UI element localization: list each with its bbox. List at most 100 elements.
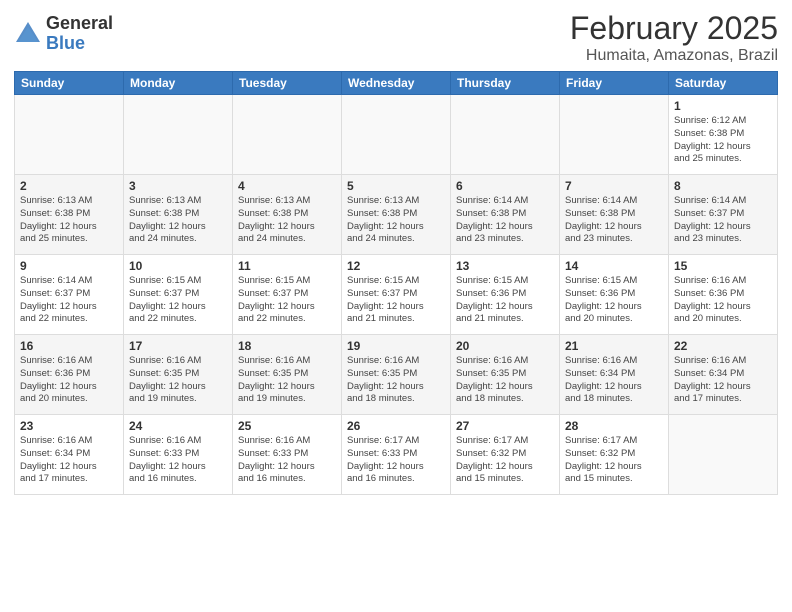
day-number-3-4: 20 (456, 339, 554, 353)
day-number-4-3: 26 (347, 419, 445, 433)
day-number-2-4: 13 (456, 259, 554, 273)
cell-0-2 (233, 95, 342, 175)
day-info-2-3: Sunrise: 6:15 AMSunset: 6:37 PMDaylight:… (347, 275, 445, 326)
day-info-2-2: Sunrise: 6:15 AMSunset: 6:37 PMDaylight:… (238, 275, 336, 326)
header-saturday: Saturday (669, 72, 778, 95)
day-number-1-3: 5 (347, 179, 445, 193)
week-row-0: 1 Sunrise: 6:12 AMSunset: 6:38 PMDaylight… (15, 95, 778, 175)
cell-4-5: 28 Sunrise: 6:17 AMSunset: 6:32 PMDayligh… (560, 415, 669, 495)
day-number-3-1: 17 (129, 339, 227, 353)
cell-3-1: 17 Sunrise: 6:16 AMSunset: 6:35 PMDayligh… (124, 335, 233, 415)
day-number-3-2: 18 (238, 339, 336, 353)
cell-2-3: 12 Sunrise: 6:15 AMSunset: 6:37 PMDayligh… (342, 255, 451, 335)
day-info-2-1: Sunrise: 6:15 AMSunset: 6:37 PMDaylight:… (129, 275, 227, 326)
day-number-2-5: 14 (565, 259, 663, 273)
header-monday: Monday (124, 72, 233, 95)
cell-1-4: 6 Sunrise: 6:14 AMSunset: 6:38 PMDaylight… (451, 175, 560, 255)
cell-4-0: 23 Sunrise: 6:16 AMSunset: 6:34 PMDayligh… (15, 415, 124, 495)
day-info-1-4: Sunrise: 6:14 AMSunset: 6:38 PMDaylight:… (456, 195, 554, 246)
cell-3-5: 21Sunrise: 6:16 AMSunset: 6:34 PMDayligh… (560, 335, 669, 415)
day-info-4-4: Sunrise: 6:17 AMSunset: 6:32 PMDaylight:… (456, 435, 554, 486)
calendar-subtitle: Humaita, Amazonas, Brazil (570, 47, 778, 65)
cell-2-2: 11 Sunrise: 6:15 AMSunset: 6:37 PMDayligh… (233, 255, 342, 335)
day-info-0-6: Sunrise: 6:12 AMSunset: 6:38 PMDaylight:… (674, 115, 772, 166)
day-number-4-0: 23 (20, 419, 118, 433)
day-info-1-3: Sunrise: 6:13 AMSunset: 6:38 PMDaylight:… (347, 195, 445, 246)
cell-3-4: 20 Sunrise: 6:16 AMSunset: 6:35 PMDayligh… (451, 335, 560, 415)
day-number-1-1: 3 (129, 179, 227, 193)
day-number-4-4: 27 (456, 419, 554, 433)
cell-2-0: 9Sunrise: 6:14 AMSunset: 6:37 PMDaylight… (15, 255, 124, 335)
day-number-3-6: 22 (674, 339, 772, 353)
cell-0-0 (15, 95, 124, 175)
day-info-1-1: Sunrise: 6:13 AMSunset: 6:38 PMDaylight:… (129, 195, 227, 246)
day-info-4-5: Sunrise: 6:17 AMSunset: 6:32 PMDaylight:… (565, 435, 663, 486)
cell-2-6: 15 Sunrise: 6:16 AMSunset: 6:36 PMDayligh… (669, 255, 778, 335)
cell-0-3 (342, 95, 451, 175)
calendar-title: February 2025 (570, 10, 778, 47)
day-info-3-6: Sunrise: 6:16 AMSunset: 6:34 PMDaylight:… (674, 355, 772, 406)
calendar-table: Sunday Monday Tuesday Wednesday Thursday… (14, 71, 778, 495)
day-info-2-4: Sunrise: 6:15 AMSunset: 6:36 PMDaylight:… (456, 275, 554, 326)
logo-text: General Blue (46, 14, 113, 54)
day-number-3-5: 21 (565, 339, 663, 353)
day-info-3-4: Sunrise: 6:16 AMSunset: 6:35 PMDaylight:… (456, 355, 554, 406)
calendar-header: Sunday Monday Tuesday Wednesday Thursday… (15, 72, 778, 95)
day-info-3-1: Sunrise: 6:16 AMSunset: 6:35 PMDaylight:… (129, 355, 227, 406)
day-number-3-3: 19 (347, 339, 445, 353)
cell-4-2: 25Sunrise: 6:16 AMSunset: 6:33 PMDayligh… (233, 415, 342, 495)
day-info-3-2: Sunrise: 6:16 AMSunset: 6:35 PMDaylight:… (238, 355, 336, 406)
cell-1-6: 8 Sunrise: 6:14 AMSunset: 6:37 PMDaylight… (669, 175, 778, 255)
header-row: Sunday Monday Tuesday Wednesday Thursday… (15, 72, 778, 95)
header-sunday: Sunday (15, 72, 124, 95)
day-number-1-5: 7 (565, 179, 663, 193)
day-info-4-0: Sunrise: 6:16 AMSunset: 6:34 PMDaylight:… (20, 435, 118, 486)
cell-3-0: 16Sunrise: 6:16 AMSunset: 6:36 PMDayligh… (15, 335, 124, 415)
day-number-2-0: 9 (20, 259, 118, 273)
header-thursday: Thursday (451, 72, 560, 95)
day-info-2-5: Sunrise: 6:15 AMSunset: 6:36 PMDaylight:… (565, 275, 663, 326)
logo-general-text: General (46, 14, 113, 34)
day-number-2-2: 11 (238, 259, 336, 273)
cell-3-3: 19 Sunrise: 6:16 AMSunset: 6:35 PMDayligh… (342, 335, 451, 415)
day-info-3-3: Sunrise: 6:16 AMSunset: 6:35 PMDaylight:… (347, 355, 445, 406)
cell-0-4 (451, 95, 560, 175)
day-info-2-6: Sunrise: 6:16 AMSunset: 6:36 PMDaylight:… (674, 275, 772, 326)
day-number-4-1: 24 (129, 419, 227, 433)
day-number-0-6: 1 (674, 99, 772, 113)
cell-0-6: 1 Sunrise: 6:12 AMSunset: 6:38 PMDaylight… (669, 95, 778, 175)
day-number-2-3: 12 (347, 259, 445, 273)
cell-2-1: 10 Sunrise: 6:15 AMSunset: 6:37 PMDayligh… (124, 255, 233, 335)
week-row-2: 9Sunrise: 6:14 AMSunset: 6:37 PMDaylight… (15, 255, 778, 335)
header: General Blue February 2025 Humaita, Amaz… (14, 10, 778, 65)
week-row-4: 23 Sunrise: 6:16 AMSunset: 6:34 PMDayligh… (15, 415, 778, 495)
cell-4-6 (669, 415, 778, 495)
cell-1-1: 3 Sunrise: 6:13 AMSunset: 6:38 PMDaylight… (124, 175, 233, 255)
cell-3-2: 18 Sunrise: 6:16 AMSunset: 6:35 PMDayligh… (233, 335, 342, 415)
day-number-1-2: 4 (238, 179, 336, 193)
logo: General Blue (14, 14, 113, 54)
cell-0-5 (560, 95, 669, 175)
cell-1-0: 2Sunrise: 6:13 AMSunset: 6:38 PMDaylight… (15, 175, 124, 255)
week-row-3: 16Sunrise: 6:16 AMSunset: 6:36 PMDayligh… (15, 335, 778, 415)
header-tuesday: Tuesday (233, 72, 342, 95)
week-row-1: 2Sunrise: 6:13 AMSunset: 6:38 PMDaylight… (15, 175, 778, 255)
page: General Blue February 2025 Humaita, Amaz… (0, 0, 792, 612)
cell-1-2: 4Sunrise: 6:13 AMSunset: 6:38 PMDaylight… (233, 175, 342, 255)
day-info-1-5: Sunrise: 6:14 AMSunset: 6:38 PMDaylight:… (565, 195, 663, 246)
day-number-2-6: 15 (674, 259, 772, 273)
day-info-1-6: Sunrise: 6:14 AMSunset: 6:37 PMDaylight:… (674, 195, 772, 246)
day-number-1-4: 6 (456, 179, 554, 193)
header-wednesday: Wednesday (342, 72, 451, 95)
cell-0-1 (124, 95, 233, 175)
day-info-4-2: Sunrise: 6:16 AMSunset: 6:33 PMDaylight:… (238, 435, 336, 486)
day-number-4-5: 28 (565, 419, 663, 433)
day-info-3-0: Sunrise: 6:16 AMSunset: 6:36 PMDaylight:… (20, 355, 118, 406)
day-number-1-6: 8 (674, 179, 772, 193)
day-info-1-0: Sunrise: 6:13 AMSunset: 6:38 PMDaylight:… (20, 195, 118, 246)
cell-4-3: 26Sunrise: 6:17 AMSunset: 6:33 PMDayligh… (342, 415, 451, 495)
day-number-2-1: 10 (129, 259, 227, 273)
day-info-4-1: Sunrise: 6:16 AMSunset: 6:33 PMDaylight:… (129, 435, 227, 486)
cell-1-5: 7 Sunrise: 6:14 AMSunset: 6:38 PMDaylight… (560, 175, 669, 255)
cell-2-4: 13 Sunrise: 6:15 AMSunset: 6:36 PMDayligh… (451, 255, 560, 335)
